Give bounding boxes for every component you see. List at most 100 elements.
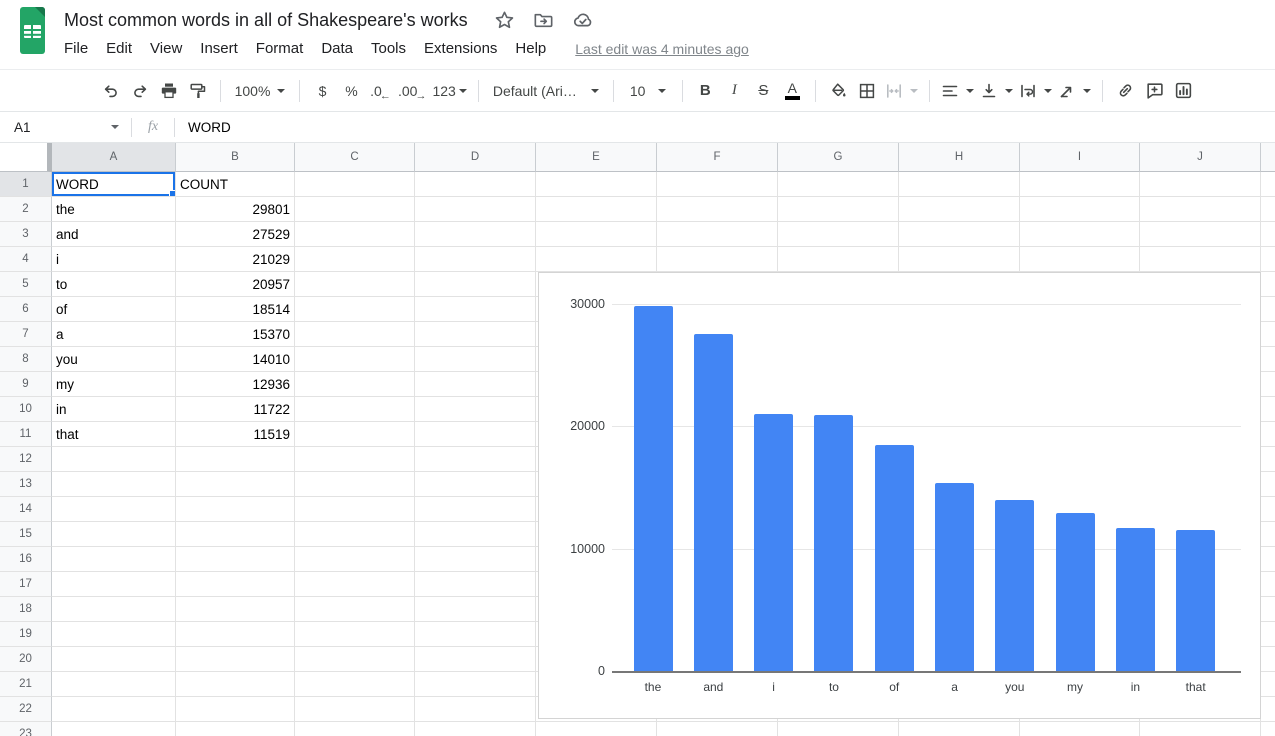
cell-E23[interactable]	[536, 722, 657, 736]
cell-A5[interactable]: to	[52, 272, 176, 297]
cell-I1[interactable]	[1020, 172, 1140, 197]
cell-F2[interactable]	[657, 197, 778, 222]
cell-B8[interactable]: 14010	[176, 347, 295, 372]
row-header-3[interactable]: 3	[0, 222, 52, 247]
fill-color-icon[interactable]	[824, 77, 853, 105]
bar-the[interactable]	[634, 306, 673, 671]
cell-I3[interactable]	[1020, 222, 1140, 247]
cell-A18[interactable]	[52, 597, 176, 622]
cell-D19[interactable]	[415, 622, 536, 647]
cell-D10[interactable]	[415, 397, 536, 422]
cell-B19[interactable]	[176, 622, 295, 647]
cell-D5[interactable]	[415, 272, 536, 297]
cell-C3[interactable]	[295, 222, 415, 247]
row-header-5[interactable]: 5	[0, 272, 52, 297]
cell-B9[interactable]: 12936	[176, 372, 295, 397]
row-header-2[interactable]: 2	[0, 197, 52, 222]
cell-B17[interactable]	[176, 572, 295, 597]
cell-B2[interactable]: 29801	[176, 197, 295, 222]
col-header-C[interactable]: C	[295, 143, 415, 172]
cell-B23[interactable]	[176, 722, 295, 736]
cell-A3[interactable]: and	[52, 222, 176, 247]
cell-A9[interactable]: my	[52, 372, 176, 397]
cell-I2[interactable]	[1020, 197, 1140, 222]
sheets-logo[interactable]	[20, 7, 45, 54]
col-header-D[interactable]: D	[415, 143, 536, 172]
cell-D22[interactable]	[415, 697, 536, 722]
cell-J4[interactable]	[1140, 247, 1261, 272]
undo-icon[interactable]	[96, 77, 125, 105]
cell-B13[interactable]	[176, 472, 295, 497]
increase-decimal-button[interactable]: .00→	[395, 77, 429, 105]
cell-A17[interactable]	[52, 572, 176, 597]
col-header-A[interactable]: A	[52, 143, 176, 172]
cell-B14[interactable]	[176, 497, 295, 522]
cell-G4[interactable]	[778, 247, 899, 272]
row-header-1[interactable]: 1	[0, 172, 52, 197]
cell-G1[interactable]	[778, 172, 899, 197]
bar-of[interactable]	[875, 445, 914, 672]
row-header-12[interactable]: 12	[0, 447, 52, 472]
bar-you[interactable]	[995, 500, 1034, 671]
cell-B12[interactable]	[176, 447, 295, 472]
bar-i[interactable]	[754, 414, 793, 671]
menu-data[interactable]: Data	[312, 37, 362, 60]
menu-edit[interactable]: Edit	[97, 37, 141, 60]
cell-E1[interactable]	[536, 172, 657, 197]
text-wrap-icon[interactable]	[1016, 77, 1055, 105]
cell-J3[interactable]	[1140, 222, 1261, 247]
cell-F1[interactable]	[657, 172, 778, 197]
cell-C20[interactable]	[295, 647, 415, 672]
cloud-check-icon[interactable]	[572, 9, 594, 31]
borders-icon[interactable]	[853, 77, 882, 105]
cell-C18[interactable]	[295, 597, 415, 622]
menu-view[interactable]: View	[141, 37, 191, 60]
cell-H23[interactable]	[899, 722, 1020, 736]
format-percent-button[interactable]: %	[337, 77, 366, 105]
cell-B3[interactable]: 27529	[176, 222, 295, 247]
cell-A10[interactable]: in	[52, 397, 176, 422]
cell-B6[interactable]: 18514	[176, 297, 295, 322]
cell-A2[interactable]: the	[52, 197, 176, 222]
cell-A20[interactable]	[52, 647, 176, 672]
row-header-23[interactable]: 23	[0, 722, 52, 736]
menu-help[interactable]: Help	[506, 37, 555, 60]
cell-J2[interactable]	[1140, 197, 1261, 222]
cell-C19[interactable]	[295, 622, 415, 647]
cell-G3[interactable]	[778, 222, 899, 247]
bar-that[interactable]	[1176, 530, 1215, 671]
cell-B10[interactable]: 11722	[176, 397, 295, 422]
cell-I23[interactable]	[1020, 722, 1140, 736]
cell-C16[interactable]	[295, 547, 415, 572]
cell-D21[interactable]	[415, 672, 536, 697]
cell-A7[interactable]: a	[52, 322, 176, 347]
cell-B1[interactable]: COUNT	[176, 172, 295, 197]
cell-D8[interactable]	[415, 347, 536, 372]
strikethrough-button[interactable]: S	[749, 77, 778, 105]
cell-C17[interactable]	[295, 572, 415, 597]
col-header-J[interactable]: J	[1140, 143, 1261, 172]
cell-A23[interactable]	[52, 722, 176, 736]
cell-F23[interactable]	[657, 722, 778, 736]
cell-A1[interactable]: WORD	[52, 172, 176, 197]
col-header-E[interactable]: E	[536, 143, 657, 172]
move-to-folder-icon[interactable]	[533, 9, 555, 31]
cell-E2[interactable]	[536, 197, 657, 222]
chart-panel[interactable]: 0100002000030000theanditoofayoumyinthat	[538, 272, 1261, 719]
cell-C6[interactable]	[295, 297, 415, 322]
cell-G23[interactable]	[778, 722, 899, 736]
cell-A12[interactable]	[52, 447, 176, 472]
cell-D11[interactable]	[415, 422, 536, 447]
cell-H1[interactable]	[899, 172, 1020, 197]
cell-A19[interactable]	[52, 622, 176, 647]
cell-G2[interactable]	[778, 197, 899, 222]
cell-A4[interactable]: i	[52, 247, 176, 272]
cell-D6[interactable]	[415, 297, 536, 322]
row-header-9[interactable]: 9	[0, 372, 52, 397]
cell-C21[interactable]	[295, 672, 415, 697]
font-select[interactable]: Default (Ari…	[487, 77, 605, 105]
cell-D23[interactable]	[415, 722, 536, 736]
menu-file[interactable]: File	[55, 37, 97, 60]
cell-D1[interactable]	[415, 172, 536, 197]
insert-comment-icon[interactable]	[1140, 77, 1169, 105]
